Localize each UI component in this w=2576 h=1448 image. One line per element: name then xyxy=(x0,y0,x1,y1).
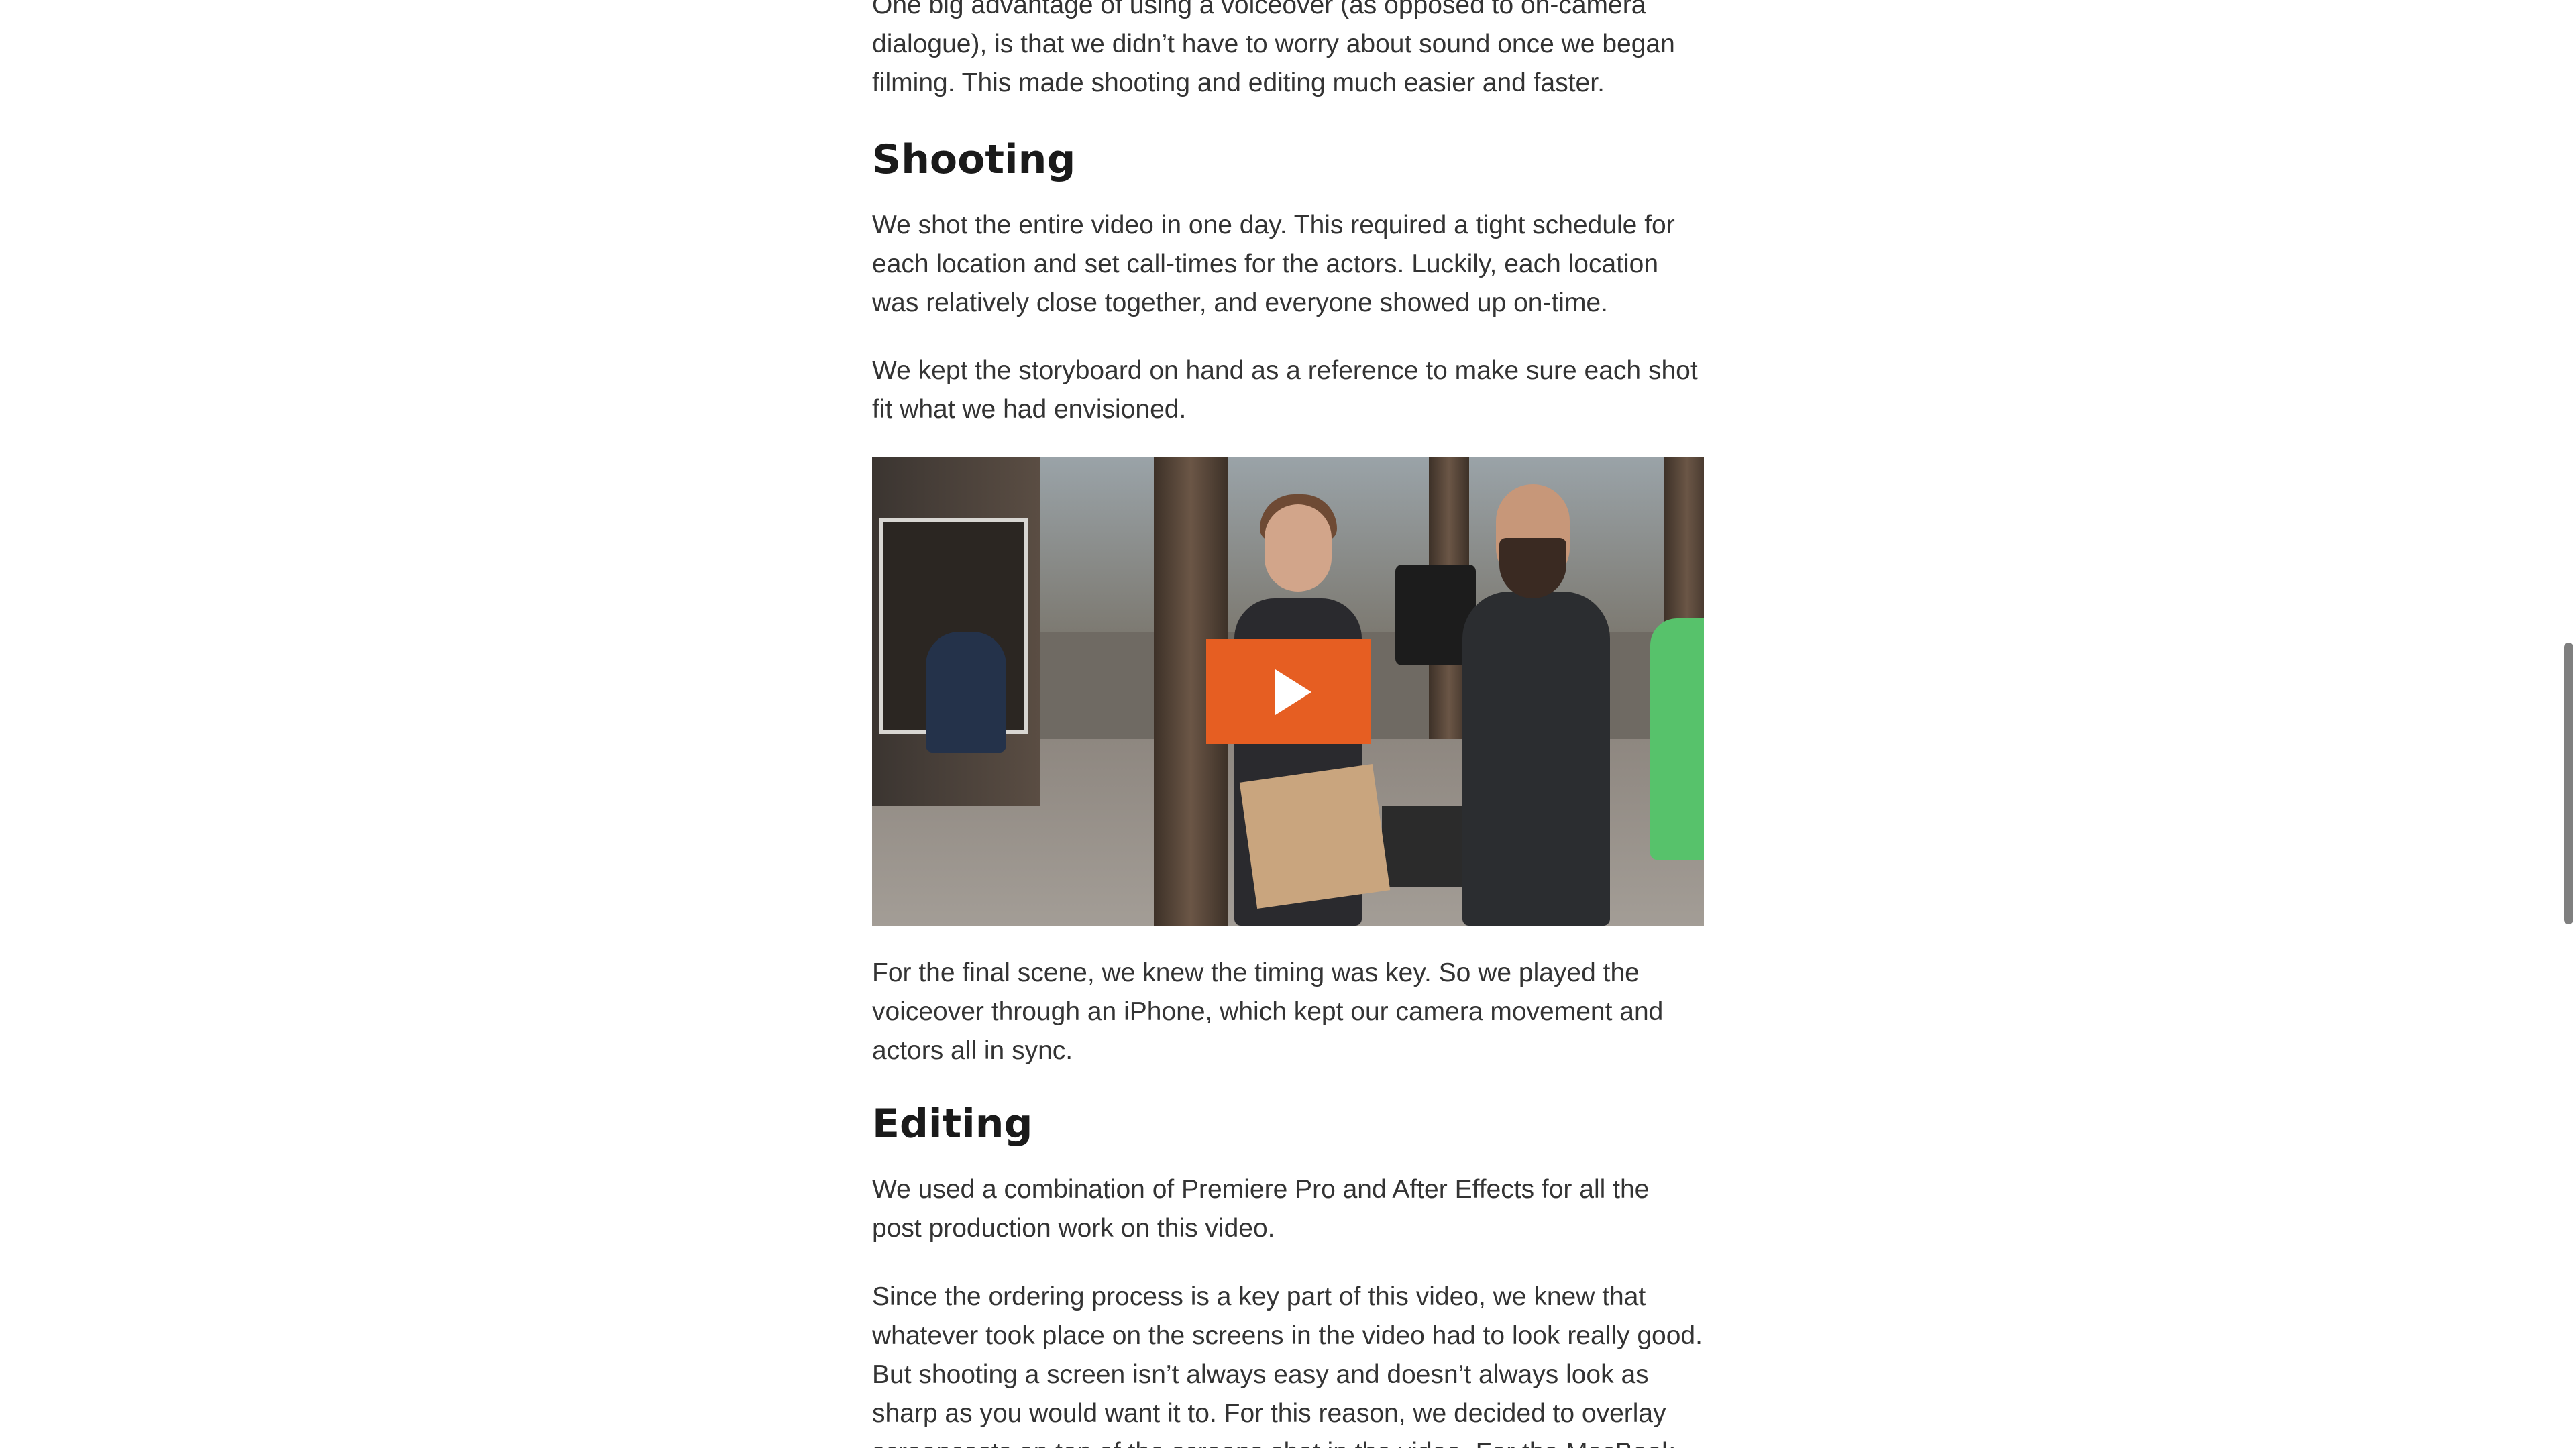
play-button[interactable] xyxy=(1206,639,1371,744)
editing-heading: Editing xyxy=(872,1101,1033,1148)
page-scrollbar[interactable] xyxy=(2561,0,2576,1448)
shooting-paragraph-2: We kept the storyboard on hand as a refe… xyxy=(872,356,1698,424)
shooting-paragraph-1: We shot the entire video in one day. Thi… xyxy=(872,211,1675,317)
play-icon xyxy=(1275,669,1311,715)
shooting-heading: Shooting xyxy=(872,136,1076,183)
editing-paragraph-1: We used a combination of Premiere Pro an… xyxy=(872,1175,1650,1243)
intro-paragraph: One big advantage of using a voiceover (… xyxy=(872,0,1675,97)
editing-paragraph-2: Since the ordering process is a key part… xyxy=(872,1282,1703,1448)
final-scene-paragraph: For the final scene, we knew the timing … xyxy=(872,958,1664,1065)
scrollbar-thumb[interactable] xyxy=(2564,643,2573,924)
video-player[interactable] xyxy=(872,457,1704,926)
